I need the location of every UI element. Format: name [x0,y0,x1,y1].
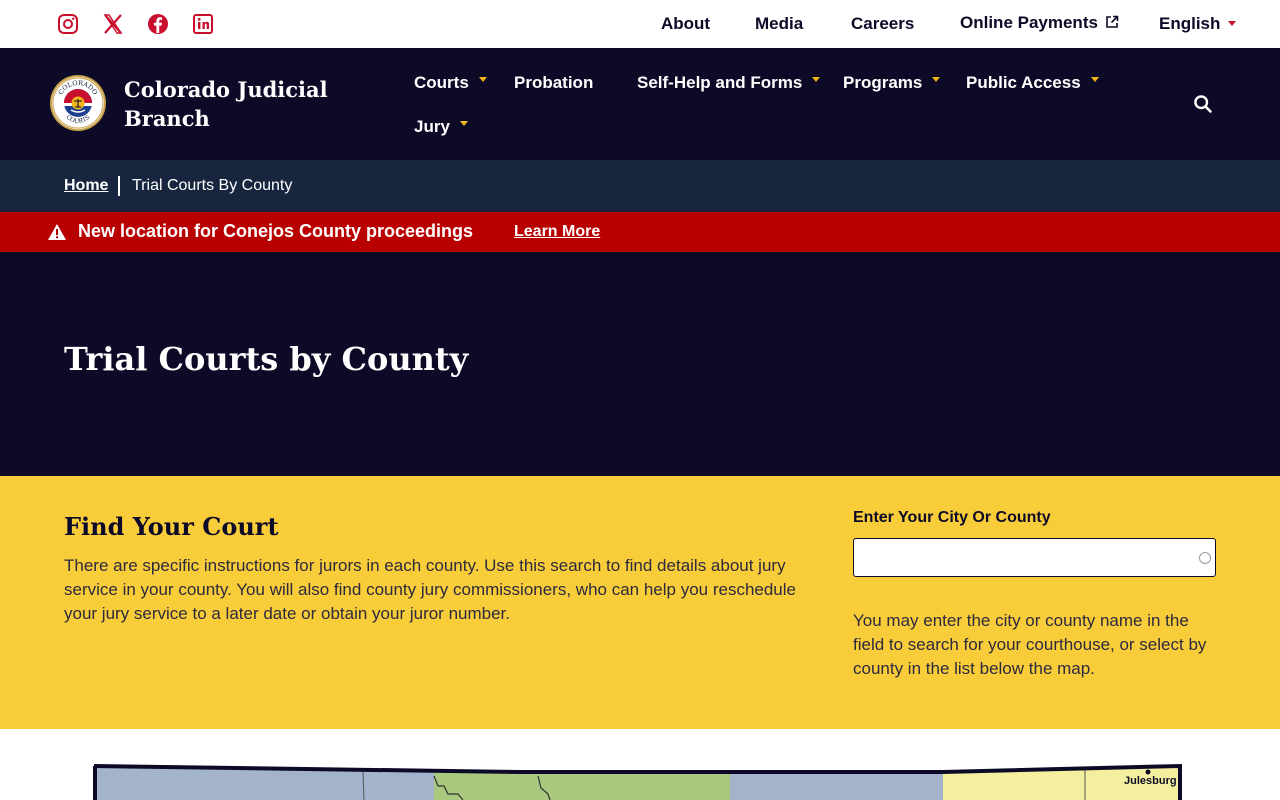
utility-bar: About Media Careers Online Payments Engl… [0,0,1280,48]
utility-links: About Media Careers Online Payments Engl… [0,13,1280,36]
search-button[interactable] [1193,94,1213,114]
breadcrumb-current: Trial Courts By County [132,177,293,194]
alert-message: New location for Conejos County proceedi… [78,221,474,241]
about-link[interactable]: About [661,14,710,34]
nav-probation[interactable]: Probation [514,73,593,93]
find-court-section: Find Your Court There are specific instr… [0,476,1280,729]
nav-courts[interactable]: Courts [414,73,487,93]
city-county-input[interactable] [854,539,1215,576]
nav-public-access[interactable]: Public Access [966,73,1099,93]
chevron-down-icon [1090,77,1099,82]
hero-banner: Trial Courts by County [0,252,1280,476]
breadcrumb-divider [118,176,120,196]
field-help-text: You may enter the city or county name in… [853,611,1207,678]
city-county-field[interactable] [853,538,1216,577]
nav-programs-label: Programs [843,73,923,92]
nav-courts-label: Courts [414,73,469,92]
map-label-julesburg: Julesburg [1124,775,1177,787]
city-county-label: Enter Your City Or County [853,509,1051,526]
chevron-down-icon [932,77,941,82]
main-navigation: COLORADO COURTS Colorado Judicial Branch… [0,48,1280,160]
media-link[interactable]: Media [755,14,803,34]
online-payments-label: Online Payments [960,13,1098,32]
nav-public-access-label: Public Access [966,73,1081,92]
seal-logo[interactable]: COLORADO COURTS [49,74,107,132]
find-court-title: Find Your Court [64,512,279,541]
map-county-region[interactable] [730,772,943,800]
nav-programs[interactable]: Programs [843,73,941,93]
breadcrumb-home-link[interactable]: Home [64,177,108,195]
brand-line-2: Branch [124,106,210,131]
language-selector[interactable]: English [1159,14,1237,34]
brand-name[interactable]: Colorado Judicial Branch [124,75,344,133]
nav-jury[interactable]: Jury [414,117,468,137]
loading-spinner-icon [1199,552,1211,564]
nav-probation-label: Probation [514,73,594,92]
nav-jury-label: Jury [414,117,450,136]
language-label: English [1159,14,1221,33]
chevron-down-icon [812,77,821,82]
warning-icon [48,224,66,240]
online-payments-link[interactable]: Online Payments [960,13,1119,33]
external-link-icon [1106,15,1119,28]
careers-link[interactable]: Careers [851,14,914,34]
county-map: Julesburg [88,756,1188,800]
breadcrumb: Home Trial Courts By County [0,160,1280,212]
nav-self-help[interactable]: Self-Help and Forms [637,73,821,93]
chevron-down-icon [459,121,468,126]
brand-line-1: Colorado Judicial [124,77,328,102]
search-icon [1194,95,1212,113]
learn-more-link[interactable]: Learn More [514,223,600,241]
page-title: Trial Courts by County [64,340,469,378]
chevron-down-icon [1228,21,1237,26]
alert-banner: New location for Conejos County proceedi… [0,212,1280,252]
find-court-description: There are specific instructions for juro… [64,556,796,623]
chevron-down-icon [478,77,487,82]
nav-self-help-label: Self-Help and Forms [637,73,803,92]
map-county-region[interactable] [434,773,730,800]
